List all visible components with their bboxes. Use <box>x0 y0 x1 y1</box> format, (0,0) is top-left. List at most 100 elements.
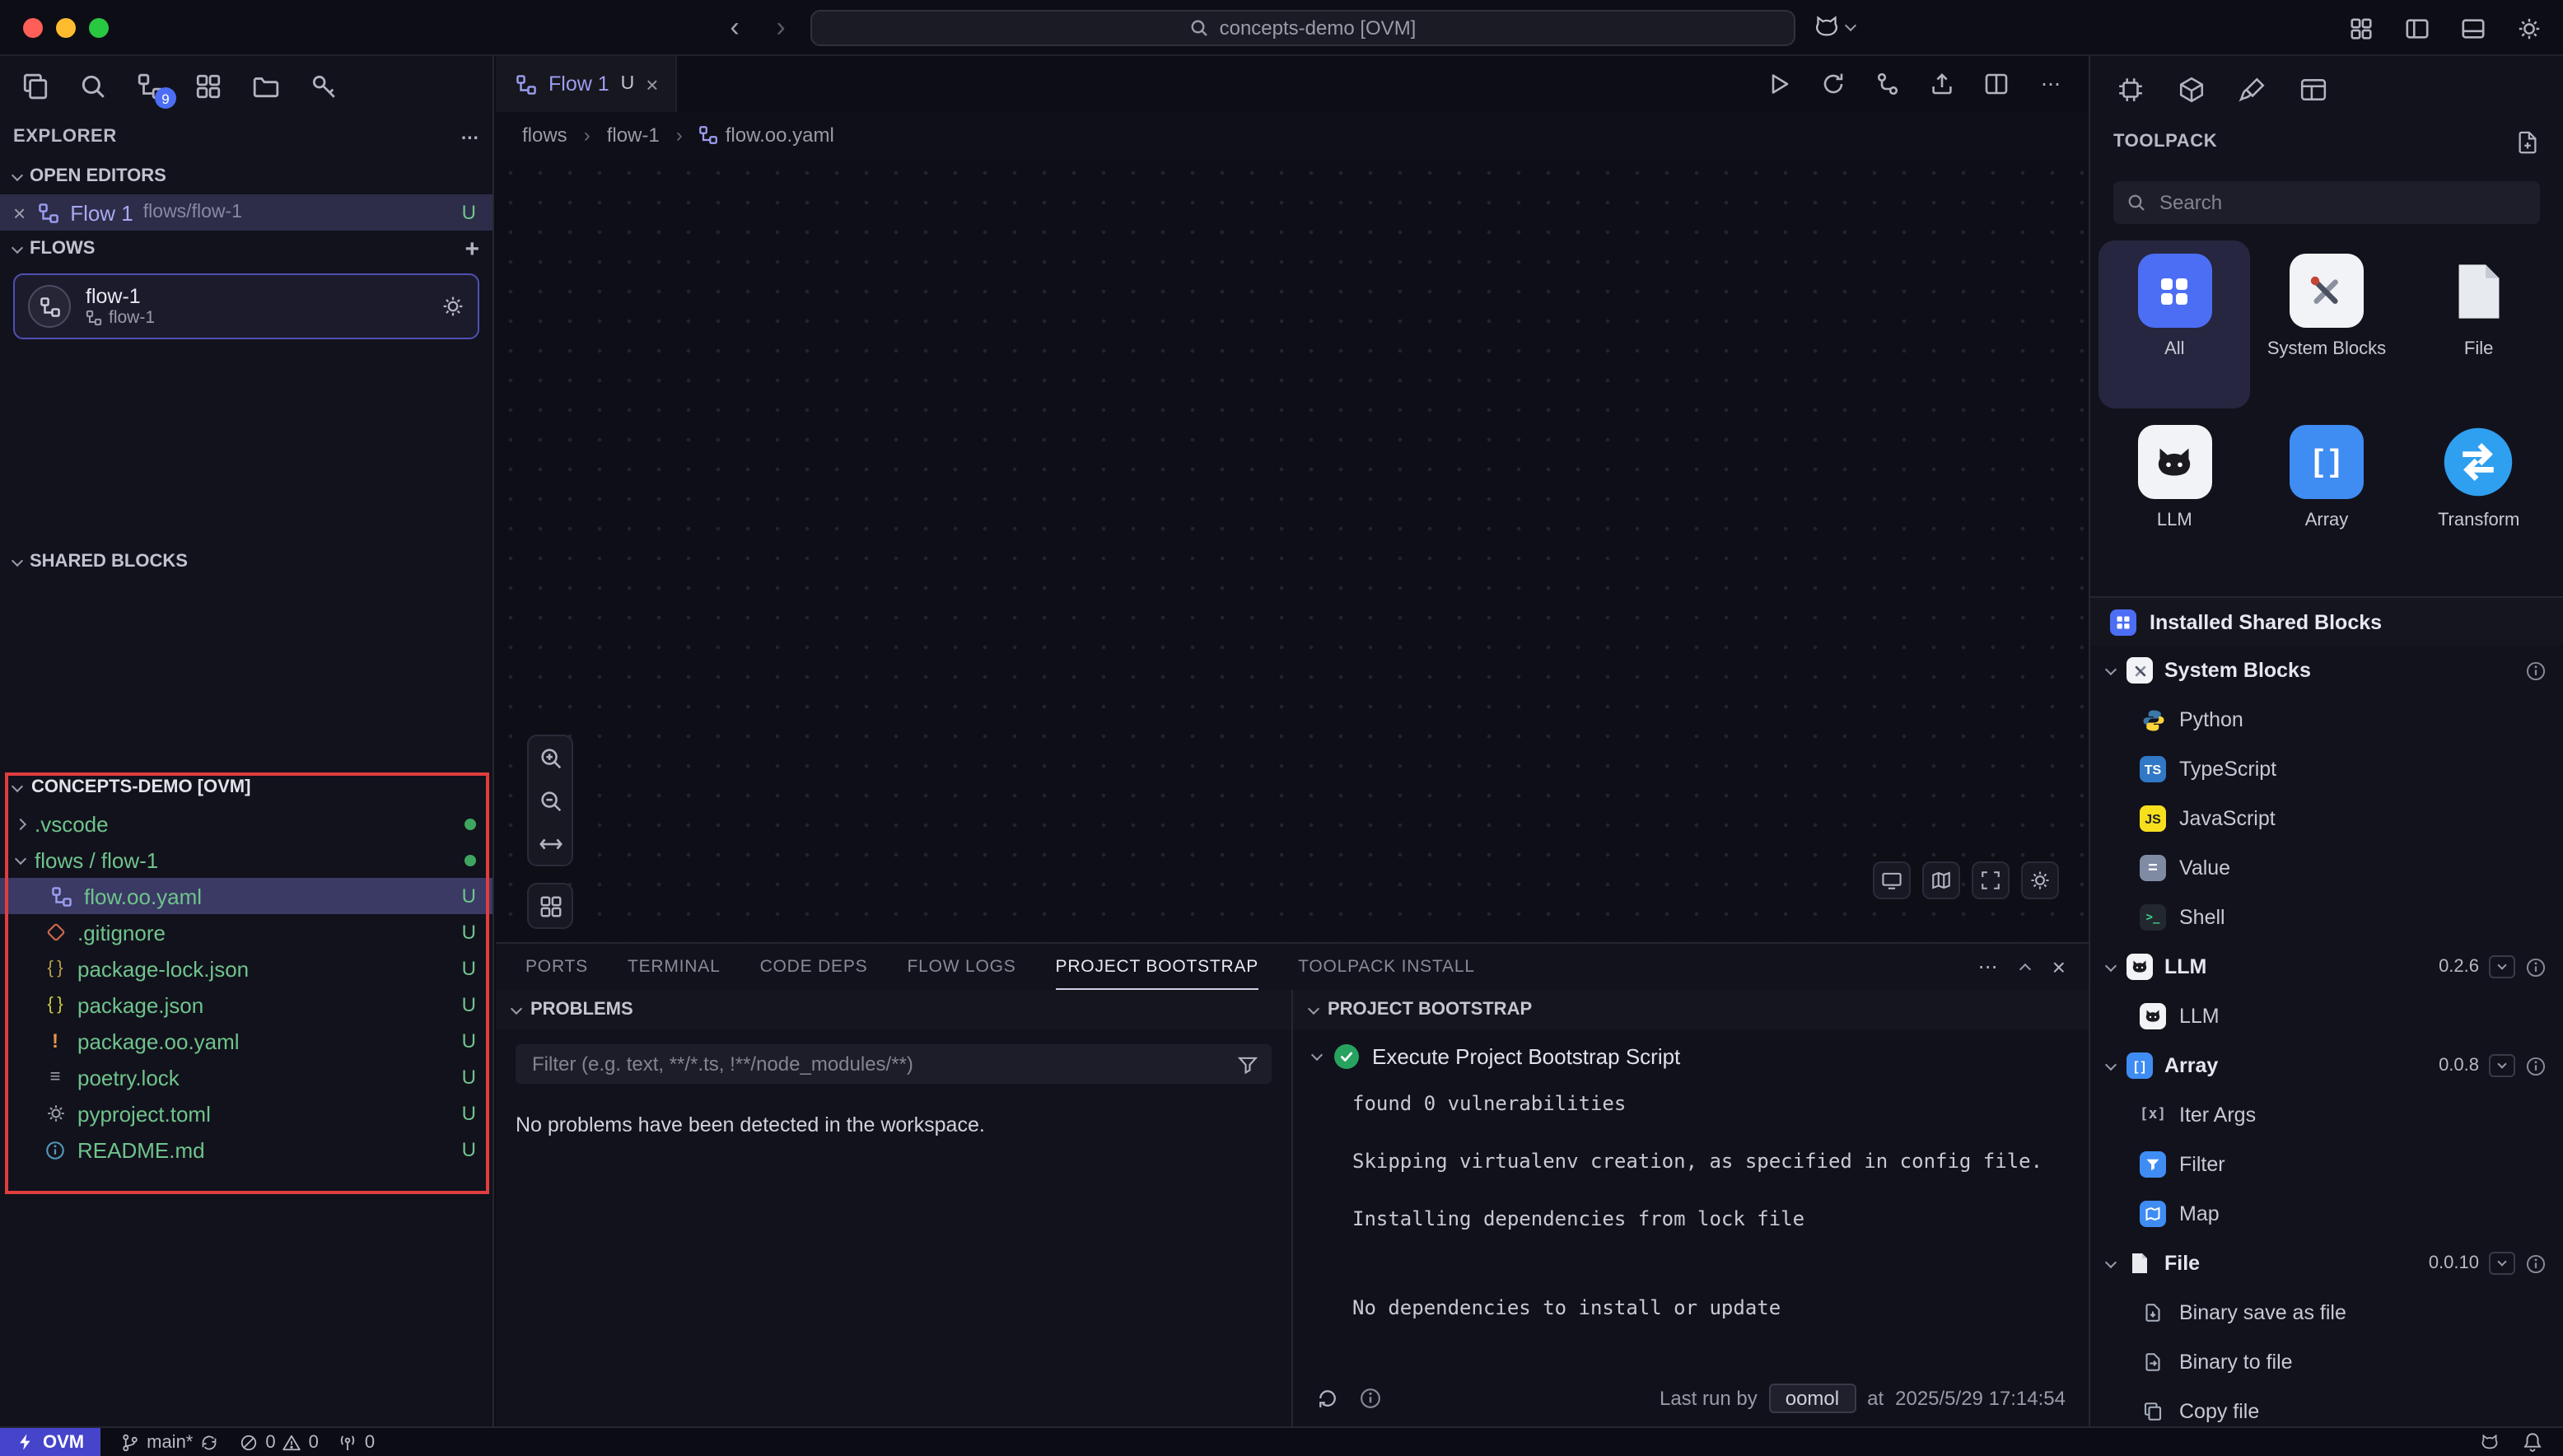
minimap-icon[interactable] <box>1922 861 1960 899</box>
tab-terminal[interactable]: TERMINAL <box>628 944 721 990</box>
run-icon[interactable] <box>1764 69 1794 99</box>
panel-close-icon[interactable]: × <box>2052 954 2066 980</box>
split-editor-icon[interactable] <box>1982 69 2011 99</box>
cat-icon[interactable] <box>2479 1431 2500 1453</box>
info-icon[interactable] <box>2525 1253 2547 1274</box>
fit-width-icon[interactable] <box>529 822 572 865</box>
info-icon[interactable] <box>2525 660 2547 681</box>
zoom-in-icon[interactable] <box>529 736 572 779</box>
zoom-out-icon[interactable] <box>529 779 572 822</box>
file-flow-oo-yaml[interactable]: flow.oo.yaml U <box>0 878 493 914</box>
tab-project-bootstrap[interactable]: PROJECT BOOTSTRAP <box>1056 944 1259 990</box>
block-filter[interactable]: Filter <box>2090 1140 2563 1189</box>
filter-funnel-icon[interactable] <box>1237 1053 1258 1075</box>
version-dropdown[interactable] <box>2489 1252 2515 1275</box>
file-package-json[interactable]: { } package.json U <box>0 987 493 1023</box>
command-center-search[interactable]: concepts-demo [OVM] <box>810 10 1795 46</box>
group-system-blocks[interactable]: System Blocks <box>2090 646 2563 695</box>
nav-back-icon[interactable]: ‹ <box>718 12 751 44</box>
tile-system-blocks[interactable]: System Blocks <box>2251 240 2403 408</box>
shared-blocks-header[interactable]: SHARED BLOCKS <box>0 544 493 580</box>
block-binary-save-as-file[interactable]: Binary save as file <box>2090 1288 2563 1337</box>
tab-flow-logs[interactable]: FLOW LOGS <box>907 944 1015 990</box>
breadcrumb-flows[interactable]: flows <box>522 124 567 147</box>
file-pyproject-toml[interactable]: pyproject.toml U <box>0 1095 493 1132</box>
apps-grid-icon[interactable] <box>2346 13 2375 43</box>
layout-sidebar-icon[interactable] <box>2402 13 2431 43</box>
search-icon[interactable] <box>74 68 110 104</box>
folder-vscode[interactable]: .vscode <box>0 805 493 842</box>
group-llm[interactable]: LLM 0.2.6 <box>2090 942 2563 992</box>
info-icon[interactable] <box>1359 1387 1382 1410</box>
blocks-grid-icon[interactable] <box>189 68 226 104</box>
layout-panel-icon[interactable] <box>2458 13 2487 43</box>
window-close-button[interactable] <box>23 18 43 38</box>
toolpack-search-input[interactable] <box>2156 189 2527 216</box>
breadcrumb-flow-1[interactable]: flow-1 <box>574 124 660 147</box>
tile-llm[interactable]: LLM <box>2098 412 2251 580</box>
open-editor-item[interactable]: × Flow 1 flows/flow-1 U <box>0 194 493 231</box>
block-llm[interactable]: LLM <box>2090 992 2563 1041</box>
key-icon[interactable] <box>305 68 341 104</box>
file-readme-md[interactable]: README.md U <box>0 1132 493 1168</box>
toolpack-chip-icon[interactable] <box>2113 72 2146 105</box>
tab-flow-1[interactable]: Flow 1 U × <box>496 56 676 112</box>
folder-icon[interactable] <box>247 68 283 104</box>
flows-section-header[interactable]: FLOWS + <box>0 231 493 267</box>
screen-icon[interactable] <box>1873 861 1911 899</box>
git-branch-item[interactable]: main* <box>120 1432 219 1452</box>
window-minimize-button[interactable] <box>56 18 76 38</box>
bootstrap-header[interactable]: PROJECT BOOTSTRAP <box>1293 990 2089 1029</box>
block-shell[interactable]: >_ Shell <box>2090 893 2563 942</box>
add-flow-icon[interactable]: + <box>465 235 479 263</box>
flow-settings-gear-icon[interactable] <box>441 295 465 318</box>
remote-ovm-badge[interactable]: OVM <box>0 1428 100 1456</box>
more-actions-icon[interactable]: ⋯ <box>2036 69 2066 99</box>
bell-icon[interactable] <box>2522 1431 2543 1453</box>
close-icon[interactable]: × <box>13 200 26 225</box>
tile-file[interactable]: File <box>2402 240 2555 408</box>
auto-layout-icon[interactable] <box>527 883 573 929</box>
block-value[interactable]: = Value <box>2090 843 2563 893</box>
flow-canvas[interactable] <box>496 158 2089 942</box>
more-actions-icon[interactable]: ⋯ <box>460 126 479 147</box>
rerun-icon[interactable] <box>1818 69 1848 99</box>
group-array[interactable]: [ ] Array 0.0.8 <box>2090 1041 2563 1090</box>
export-icon[interactable] <box>1927 69 1957 99</box>
block-map[interactable]: Map <box>2090 1189 2563 1239</box>
version-dropdown[interactable] <box>2489 1054 2515 1077</box>
tab-code-deps[interactable]: CODE DEPS <box>760 944 868 990</box>
block-python[interactable]: Python <box>2090 695 2563 744</box>
last-run-user-chip[interactable]: oomol <box>1769 1384 1856 1413</box>
block-iter-args[interactable]: [x] Iter Args <box>2090 1090 2563 1140</box>
block-typescript[interactable]: TS TypeScript <box>2090 744 2563 794</box>
file-package-lock-json[interactable]: { } package-lock.json U <box>0 950 493 987</box>
brush-icon[interactable] <box>2235 72 2268 105</box>
file-poetry-lock[interactable]: ≡ poetry.lock U <box>0 1059 493 1095</box>
oomol-cat-menu[interactable] <box>1812 12 1855 41</box>
package-cube-icon[interactable] <box>2174 72 2207 105</box>
version-dropdown[interactable] <box>2489 955 2515 978</box>
tile-all[interactable]: All <box>2098 240 2251 408</box>
tile-array[interactable]: [ ] Array <box>2251 412 2403 580</box>
windows-layout-icon[interactable] <box>2296 72 2329 105</box>
group-file[interactable]: File 0.0.10 <box>2090 1239 2563 1288</box>
bootstrap-task-row[interactable]: Execute Project Bootstrap Script <box>1293 1029 2089 1082</box>
rerun-bootstrap-icon[interactable] <box>1316 1387 1339 1410</box>
panel-more-icon[interactable]: ⋯ <box>1978 955 1998 978</box>
tab-ports[interactable]: PORTS <box>525 944 588 990</box>
block-javascript[interactable]: JS JavaScript <box>2090 794 2563 843</box>
project-root-header[interactable]: CONCEPTS-DEMO [OVM] <box>0 769 493 805</box>
copy-files-icon[interactable] <box>16 68 53 104</box>
breadcrumb-file[interactable]: flow.oo.yaml <box>666 124 834 147</box>
file-gitignore[interactable]: .gitignore U <box>0 914 493 950</box>
canvas-settings-gear-icon[interactable] <box>2021 861 2059 899</box>
open-editors-header[interactable]: OPEN EDITORS <box>0 158 493 194</box>
tab-close-icon[interactable]: × <box>646 72 658 96</box>
panel-maximize-chevron-icon[interactable] <box>2021 960 2029 973</box>
block-copy-file[interactable]: Copy file <box>2090 1387 2563 1426</box>
fullscreen-icon[interactable] <box>1972 861 2010 899</box>
flow-list-item[interactable]: flow-1 flow-1 <box>13 273 479 339</box>
problems-header[interactable]: PROBLEMS <box>496 990 1291 1029</box>
problems-filter-input[interactable] <box>529 1051 1237 1077</box>
